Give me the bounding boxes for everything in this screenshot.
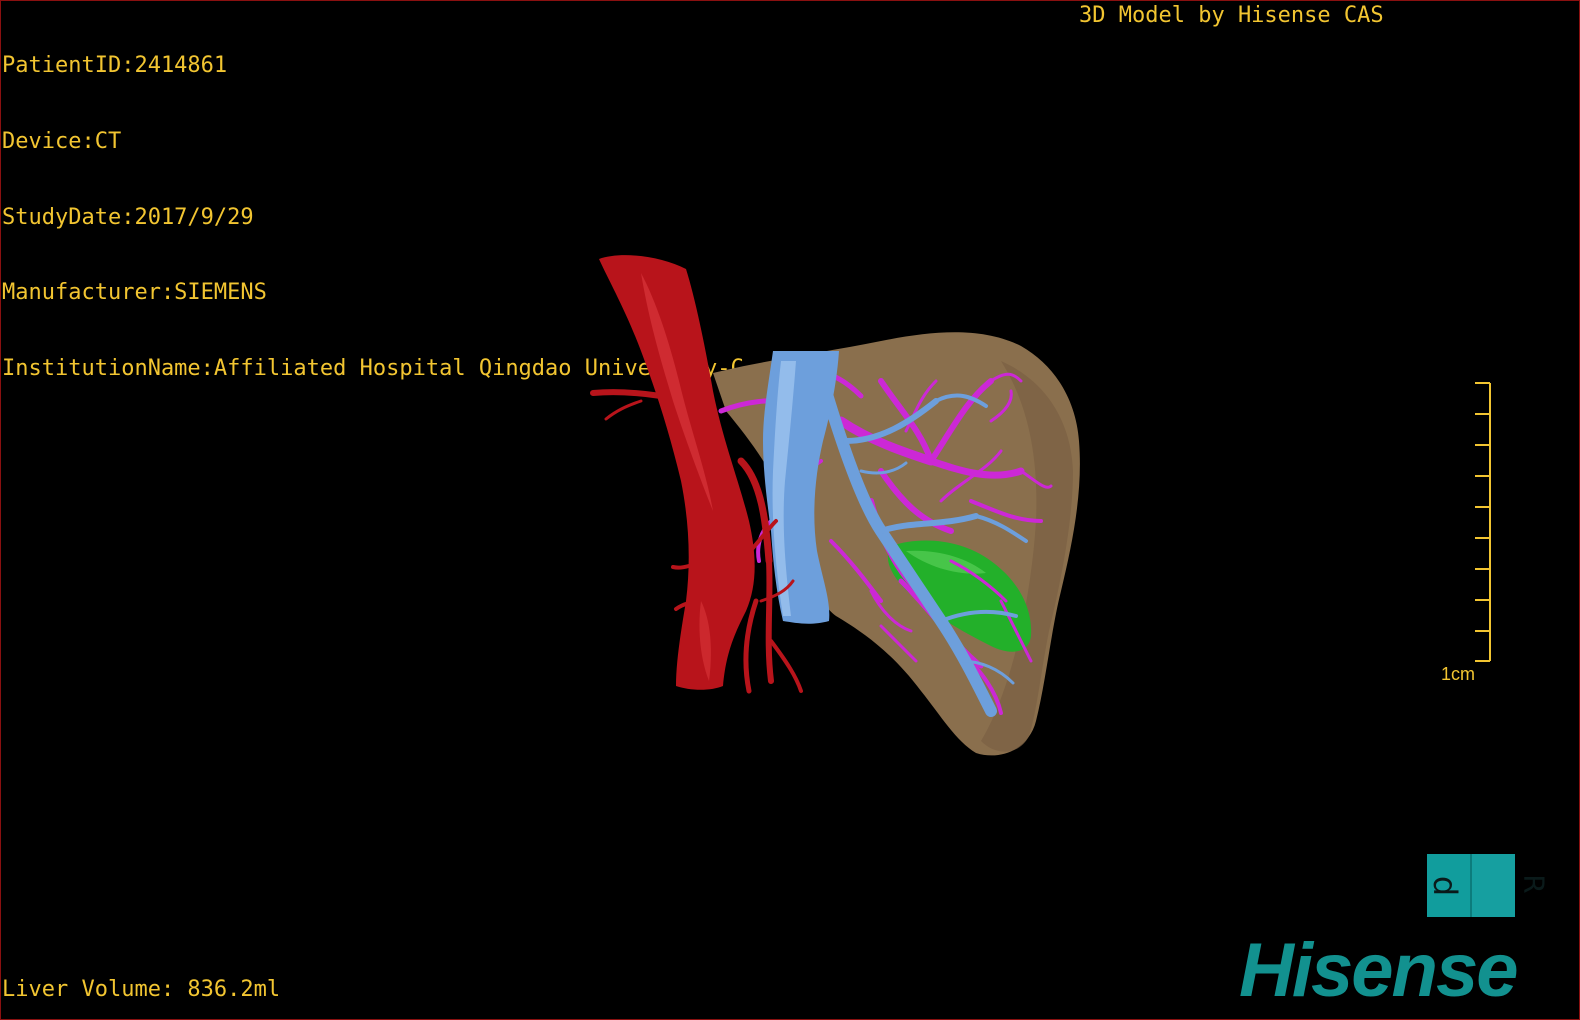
3d-viewport[interactable]: PatientID:2414861 Device:CT StudyDate:20… [0, 0, 1580, 1020]
scale-bar-icon [1475, 382, 1491, 662]
orientation-cube-icon[interactable]: d R [1426, 854, 1551, 917]
orientation-face-left: d [1426, 854, 1470, 917]
liver-volume-text: Liver Volume: 836.2ml [2, 977, 281, 1002]
scale-bar-label: 1cm [1441, 664, 1476, 684]
liver-3d-model[interactable] [1, 1, 1580, 1020]
aorta [599, 255, 755, 690]
orientation-left-glyph: d [1426, 875, 1465, 897]
hisense-logo: Hisense [1239, 928, 1518, 1013]
orientation-right-glyph: R [1517, 874, 1551, 894]
orientation-face-right: R [1470, 854, 1551, 917]
